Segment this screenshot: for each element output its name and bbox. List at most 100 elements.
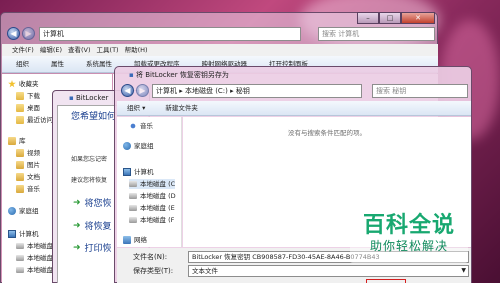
nav-item-label: 最近访问 bbox=[27, 116, 53, 124]
nav-item-disk-e[interactable]: 本地磁盘 bbox=[16, 265, 53, 275]
nav-item-disk-d[interactable]: 本地磁盘 bbox=[16, 253, 53, 263]
folder-icon bbox=[16, 92, 24, 100]
library-icon bbox=[8, 137, 16, 145]
print-option[interactable]: ➜ 打印恢 bbox=[73, 241, 112, 255]
watermark-title: 百科全说 bbox=[362, 213, 455, 238]
nav-item-pictures[interactable]: 图片 bbox=[16, 160, 40, 170]
nav-item-label: 家庭组 bbox=[19, 207, 39, 215]
nav-item-downloads[interactable]: 下载 bbox=[16, 91, 40, 101]
properties-button[interactable]: 属性 bbox=[51, 56, 64, 72]
nav-item-music[interactable]: 音乐 bbox=[16, 184, 40, 194]
forward-button[interactable]: ▶ bbox=[136, 84, 149, 97]
filetype-select[interactable]: 文本文件 ▼ bbox=[188, 265, 469, 277]
nav-item-videos[interactable]: 视频 bbox=[16, 148, 40, 158]
nav-item-disk-c[interactable]: 本地磁盘 bbox=[16, 241, 53, 251]
computer-icon bbox=[8, 230, 16, 238]
nav-item-homegroup[interactable]: 家庭组 bbox=[8, 206, 39, 216]
nav-item-label: 家庭组 bbox=[134, 142, 154, 150]
system-properties-button[interactable]: 系统属性 bbox=[86, 56, 112, 72]
watermark-subtitle: 助你轻松解决 bbox=[369, 239, 448, 253]
empty-message: 没有与搜索条件匹配的项。 bbox=[288, 129, 366, 137]
search-input[interactable]: 搜索 秘钥 bbox=[372, 84, 468, 98]
bitlocker-question: 您希望如何 bbox=[71, 112, 117, 122]
window-controls: – □ ✕ bbox=[357, 12, 435, 24]
organize-button[interactable]: 组织 ▾ bbox=[127, 101, 145, 115]
nav-item-label: 网络 bbox=[134, 236, 147, 244]
address-text: 计算机 ▸ 本地磁盘 (C:) ▸ 秘钥 bbox=[156, 87, 250, 95]
nav-item-label: 视频 bbox=[27, 149, 40, 157]
new-folder-button[interactable]: 新建文件夹 bbox=[165, 101, 198, 115]
bitlocker-para-2: 建议您将恢复 bbox=[71, 177, 108, 184]
homegroup-icon bbox=[8, 207, 16, 215]
chevron-down-icon: ▼ bbox=[461, 267, 466, 274]
green-arrow-icon: ➜ bbox=[73, 242, 81, 253]
library-icon bbox=[16, 173, 24, 181]
homegroup-icon bbox=[123, 142, 131, 150]
disk-icon bbox=[129, 181, 137, 187]
network-icon bbox=[123, 236, 131, 244]
nav-item-computer[interactable]: 计算机 bbox=[8, 229, 39, 239]
menu-bar: 文件(F) 编辑(E) 查看(V) 工具(T) 帮助(H) bbox=[2, 44, 438, 56]
nav-item-label: 本地磁盘 (E bbox=[140, 204, 175, 212]
menu-view[interactable]: 查看(V) bbox=[68, 44, 91, 56]
address-row: ◀ ▶ 计算机 搜索 计算机 bbox=[5, 26, 435, 42]
nav-item-homegroup[interactable]: 家庭组 bbox=[123, 141, 154, 151]
computer-icon bbox=[123, 168, 131, 176]
nav-item-desktop[interactable]: 桌面 bbox=[16, 103, 40, 113]
disk-icon bbox=[129, 217, 137, 223]
minimize-button[interactable]: – bbox=[357, 12, 379, 24]
watermark: 百科全说 助你轻松解决 bbox=[350, 205, 468, 263]
save-to-usb-option[interactable]: ➜ 将您恢 bbox=[73, 196, 112, 210]
nav-item-recent[interactable]: 最近访问 bbox=[16, 115, 53, 125]
nav-item-computer[interactable]: 计算机 bbox=[123, 167, 154, 177]
library-icon bbox=[16, 185, 24, 193]
nav-item-disk-d[interactable]: 本地磁盘 (D bbox=[129, 191, 176, 201]
nav-item-label: 本地磁盘 (F bbox=[140, 216, 175, 224]
nav-item-favorites[interactable]: 收藏夹 bbox=[8, 79, 39, 89]
forward-button[interactable]: ▶ bbox=[22, 27, 35, 40]
nav-item-label: 本地磁盘 bbox=[27, 242, 53, 250]
bitlocker-icon: ▪ bbox=[129, 71, 136, 79]
back-button[interactable]: ◀ bbox=[7, 27, 20, 40]
disk-icon bbox=[16, 255, 24, 261]
nav-item-label: 下载 bbox=[27, 92, 40, 100]
nav-item-disk-c[interactable]: 本地磁盘 (C bbox=[129, 179, 176, 189]
nav-item-network[interactable]: 网络 bbox=[123, 235, 147, 245]
menu-tools[interactable]: 工具(T) bbox=[97, 44, 119, 56]
save-as-address-row: ◀ ▶ 计算机 ▸ 本地磁盘 (C:) ▸ 秘钥 搜索 秘钥 bbox=[119, 83, 469, 99]
bitlocker-icon: ▪ bbox=[69, 94, 76, 102]
nav-item-label: 文档 bbox=[27, 173, 40, 181]
nav-item-libraries[interactable]: 库 bbox=[8, 136, 26, 146]
disk-icon bbox=[16, 243, 24, 249]
nav-item-label: 计算机 bbox=[134, 168, 154, 176]
search-placeholder: 搜索 计算机 bbox=[322, 30, 360, 38]
green-arrow-icon: ➜ bbox=[73, 197, 81, 208]
menu-help[interactable]: 帮助(H) bbox=[125, 44, 148, 56]
nav-item-label: 本地磁盘 bbox=[27, 266, 53, 274]
folder-icon bbox=[16, 116, 24, 124]
bitlocker-title: ▪ BitLocker bbox=[69, 94, 108, 102]
save-button-highlight[interactable] bbox=[366, 279, 406, 283]
nav-item-music[interactable]: 音乐 bbox=[129, 121, 153, 131]
nav-item-label: 库 bbox=[19, 137, 26, 145]
nav-item-label: 计算机 bbox=[19, 230, 39, 238]
close-button[interactable]: ✕ bbox=[401, 12, 435, 24]
folder-icon bbox=[16, 104, 24, 112]
maximize-button[interactable]: □ bbox=[379, 12, 401, 24]
save-as-navigation-pane: 音乐 家庭组 计算机 本地磁盘 (C 本地磁盘 (D 本地磁盘 (E 本地磁盘 … bbox=[117, 117, 182, 247]
disk-icon bbox=[129, 205, 137, 211]
menu-edit[interactable]: 编辑(E) bbox=[40, 44, 62, 56]
menu-file[interactable]: 文件(F) bbox=[12, 44, 34, 56]
nav-item-label: 收藏夹 bbox=[19, 80, 39, 88]
nav-item-disk-f[interactable]: 本地磁盘 (F bbox=[129, 215, 174, 225]
save-as-title: ▪ 将 BitLocker 恢复密钥另存为 bbox=[129, 70, 229, 80]
back-button[interactable]: ◀ bbox=[121, 84, 134, 97]
nav-item-documents[interactable]: 文档 bbox=[16, 172, 40, 182]
save-to-file-option[interactable]: ➜ 将恢复 bbox=[73, 219, 112, 233]
address-bar[interactable]: 计算机 ▸ 本地磁盘 (C:) ▸ 秘钥 bbox=[152, 84, 362, 98]
nav-item-disk-e[interactable]: 本地磁盘 (E bbox=[129, 203, 175, 213]
organize-button[interactable]: 组织 bbox=[16, 56, 29, 72]
disk-icon bbox=[16, 267, 24, 273]
search-input[interactable]: 搜索 计算机 bbox=[318, 27, 435, 41]
address-bar[interactable]: 计算机 bbox=[39, 27, 301, 41]
